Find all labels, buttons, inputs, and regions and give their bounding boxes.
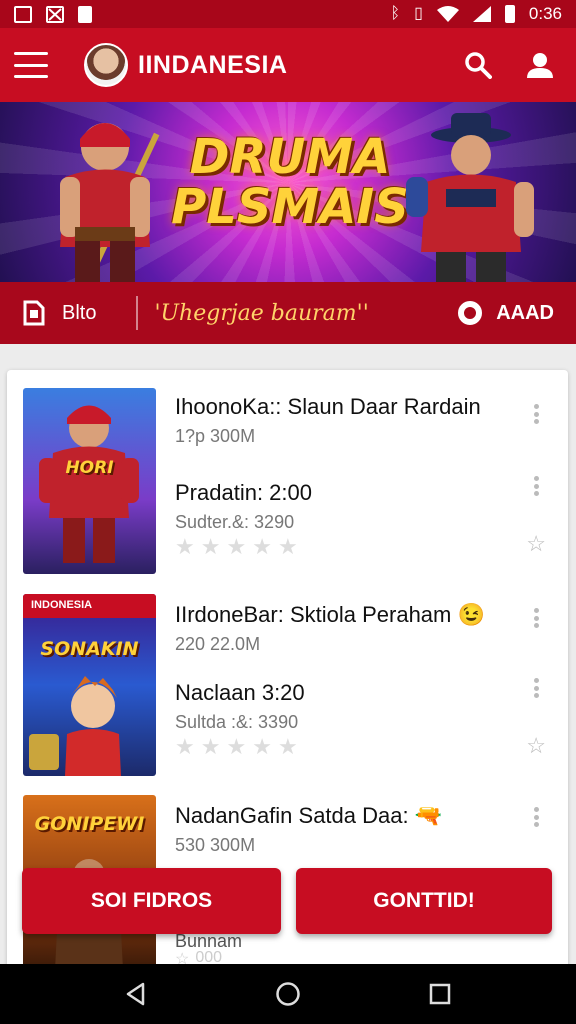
item-title: IIrdoneBar: Sktiola Peraham 😉 xyxy=(175,602,485,627)
item-detail: Sultda :&: 3390 xyxy=(175,712,299,732)
star-icon: ★ xyxy=(175,534,195,559)
blog-link[interactable]: Blto xyxy=(22,300,96,326)
more-options-icon[interactable] xyxy=(524,606,548,630)
banner-title-line2: PLSMAIS xyxy=(171,179,409,235)
star-icon: ★ xyxy=(200,534,221,559)
item-detail: Bunnam xyxy=(175,931,243,951)
favorite-star-icon[interactable]: ☆ xyxy=(526,531,546,557)
search-icon[interactable] xyxy=(456,43,500,87)
blog-label: Blto xyxy=(62,301,97,324)
hero-cowboy-right-image xyxy=(406,113,534,282)
status-time: 0:36 xyxy=(528,4,562,23)
promo-banner[interactable]: DRUMA PLSMAIS xyxy=(0,102,576,282)
system-nav-bar xyxy=(0,964,576,1024)
star-icon: ★ xyxy=(277,734,298,759)
banner-tagline: 'Uhegrjae bauram'' xyxy=(154,300,369,326)
status-bar: ᛒ ▯ 0:36 xyxy=(0,0,576,28)
list-item[interactable]: HORI IhoonoKa:: Slaun Daar Rardain 1?p 3… xyxy=(7,370,568,580)
account-icon[interactable] xyxy=(518,43,562,87)
item-size: 220 22.0M xyxy=(175,634,261,654)
image-icon xyxy=(14,5,32,23)
sim-icon xyxy=(78,5,92,23)
item-size: 1?p 300M xyxy=(175,426,256,446)
star-icon: ★ xyxy=(252,734,272,759)
app-title: IINDANESIA xyxy=(138,50,288,79)
strip-action[interactable]: AAAD xyxy=(458,301,554,325)
favorite-star-icon[interactable]: ☆ xyxy=(526,733,546,759)
recents-icon[interactable] xyxy=(427,981,453,1007)
signal-icon xyxy=(472,6,491,22)
avatar[interactable] xyxy=(84,43,128,87)
document-icon xyxy=(23,300,45,326)
divider xyxy=(136,296,139,330)
item-detail: Sudter.&: 3290 xyxy=(175,512,295,532)
rating-stars: ★ ★ ★ ★ ★ xyxy=(175,534,298,560)
rating-stars: ★ ★ ★ ★ ★ xyxy=(175,734,298,760)
app-bar: IINDANESIA xyxy=(0,28,576,102)
banner-title-line1: DRUMA xyxy=(189,129,391,185)
item-subtitle: Pradatin: 2:00 xyxy=(175,480,312,505)
item-title-row: IhoonoKa:: Slaun Daar Rardain 1?p 300M xyxy=(175,394,518,447)
home-icon[interactable] xyxy=(275,981,301,1007)
strip-action-label: AAAD xyxy=(496,301,554,324)
back-icon[interactable] xyxy=(123,981,149,1007)
record-icon xyxy=(458,301,483,325)
wifi-icon xyxy=(436,6,459,22)
star-icon: ★ xyxy=(277,534,298,559)
item-title-row: IIrdoneBar: Sktiola Peraham 😉 220 22.0M xyxy=(175,602,518,655)
star-icon: ★ xyxy=(226,734,247,759)
hero-warrior-left-image xyxy=(60,123,160,282)
more-options-icon[interactable] xyxy=(524,676,548,700)
no-image-icon xyxy=(46,5,64,23)
star-icon: ★ xyxy=(175,734,195,759)
banner-title: DRUMA PLSMAIS xyxy=(170,132,410,232)
star-icon: ★ xyxy=(252,534,272,559)
continue-button[interactable]: GONTTID! xyxy=(296,868,552,934)
game-thumbnail: HORI xyxy=(23,388,156,574)
banner-strip: Blto 'Uhegrjae bauram'' AAAD xyxy=(0,282,576,344)
primary-action-button[interactable]: SOI FIDROS xyxy=(22,868,281,934)
battery-icon xyxy=(504,5,515,23)
thumbnail-label: HORI xyxy=(65,458,114,478)
menu-icon[interactable] xyxy=(14,52,48,78)
item-title: IhoonoKa:: Slaun Daar Rardain xyxy=(175,394,481,419)
star-icon: ★ xyxy=(200,734,221,759)
item-title-row: NadanGafin Satda Daa: 🔫 530 300M xyxy=(175,803,518,856)
item-detail-row: Naclaan 3:20 Sultda :&: 3390 xyxy=(175,680,518,733)
more-options-icon[interactable] xyxy=(524,402,548,426)
item-title: NadanGafin Satda Daa: 🔫 xyxy=(175,803,443,828)
item-size: 530 300M xyxy=(175,835,256,855)
game-thumbnail: INDONESIA SONAKIN xyxy=(23,594,156,776)
star-icon: ★ xyxy=(226,534,247,559)
bluetooth-icon: ᛒ xyxy=(390,5,401,22)
vibrate-icon: ▯ xyxy=(414,5,423,22)
item-subtitle: Naclaan 3:20 xyxy=(175,680,305,705)
more-options-icon[interactable] xyxy=(524,805,548,829)
list-item[interactable]: INDONESIA SONAKIN IIrdoneBar: Sktiola Pe… xyxy=(7,580,568,785)
more-options-icon[interactable] xyxy=(524,474,548,498)
item-detail-row: Pradatin: 2:00 Sudter.&: 3290 xyxy=(175,480,518,533)
